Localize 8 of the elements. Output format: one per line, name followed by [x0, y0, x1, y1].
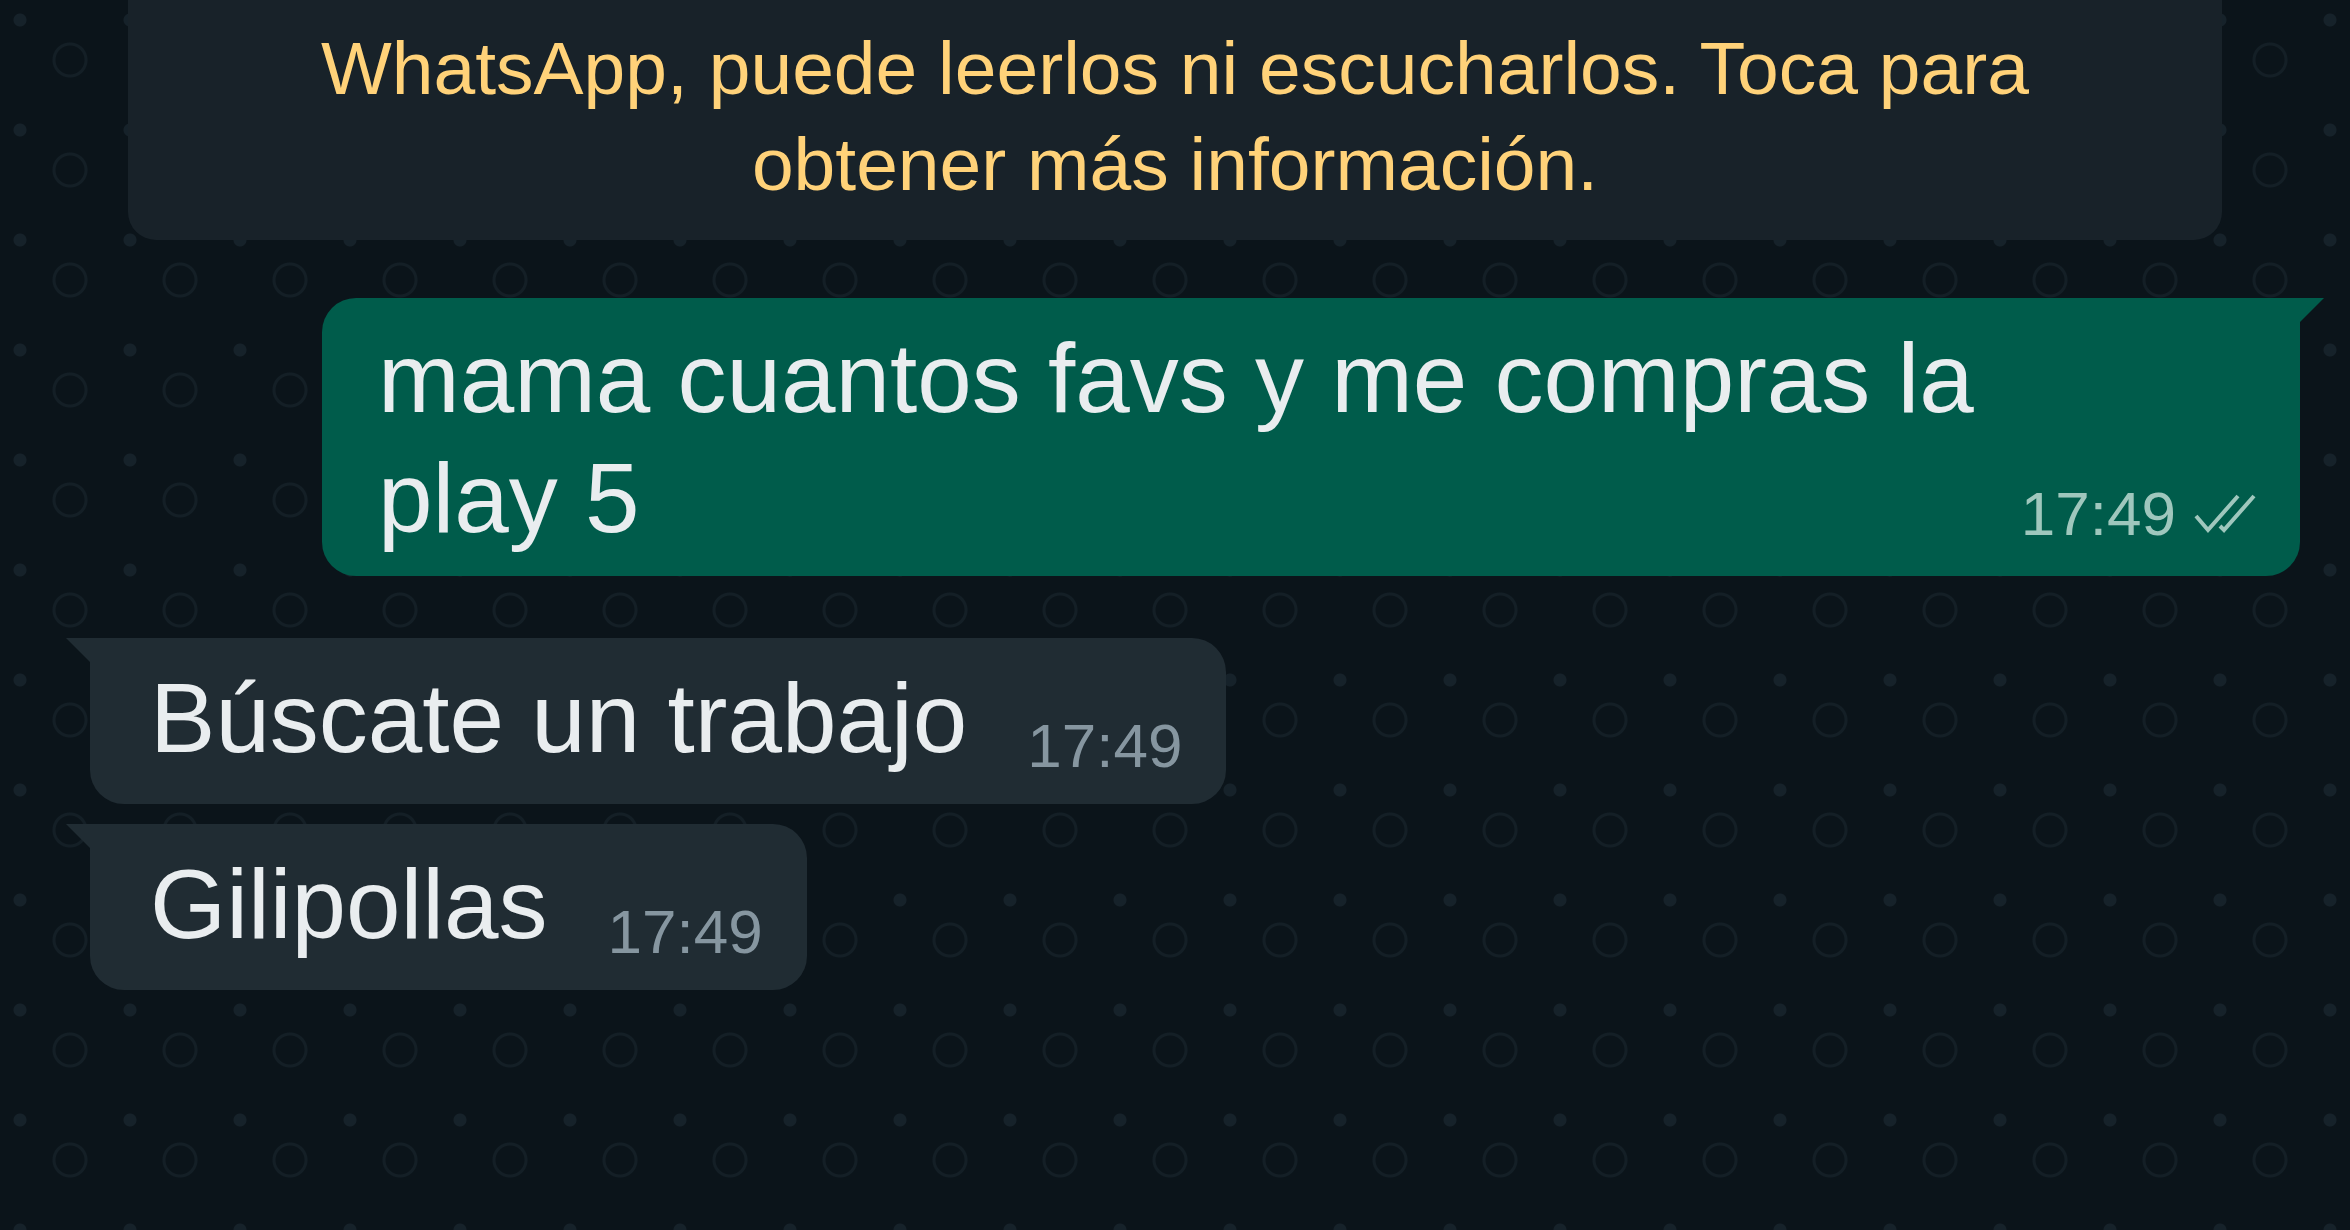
message-text: Gilipollas — [150, 848, 548, 961]
message-text: Búscate un trabajo — [150, 662, 968, 775]
message-text: mama cuantos favs y me compras la play 5 — [378, 322, 1975, 555]
message-time: 17:49 — [607, 896, 763, 968]
encryption-notice[interactable]: WhatsApp, puede leerlos ni escucharlos. Toca para obtener más información. — [128, 0, 2222, 240]
message-time: 17:49 — [2020, 478, 2176, 550]
message-time: 17:49 — [1027, 710, 1183, 782]
notice-text: WhatsApp, puede leerlos ni escucharlos. Toca para obtener más información. — [320, 25, 2030, 208]
